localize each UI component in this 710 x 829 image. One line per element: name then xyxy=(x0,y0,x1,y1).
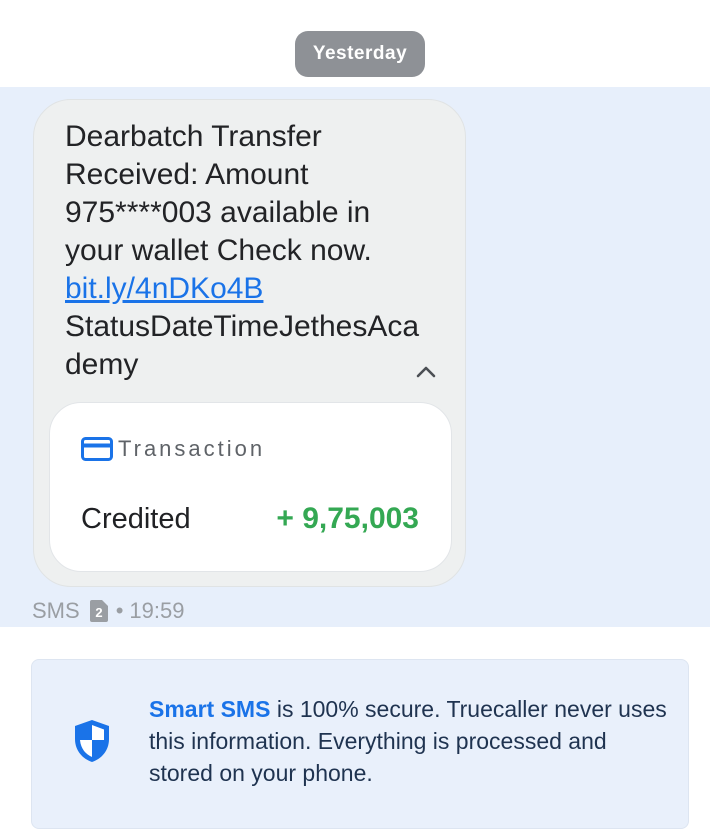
message-text: Dearbatch Transfer Received: Amount 975*… xyxy=(65,118,425,384)
message-body: Dearbatch Transfer Received: Amount 975*… xyxy=(65,120,372,267)
message-meta: SMS 2 • 19:59 xyxy=(32,598,184,624)
transaction-title: Transaction xyxy=(118,436,266,461)
sim-card-icon: 2 xyxy=(89,600,108,622)
meta-separator: • xyxy=(115,598,124,623)
transaction-header: Transaction xyxy=(81,436,265,462)
message-source: SMS xyxy=(32,598,80,623)
security-note-text: Smart SMS is 100% secure. Truecaller nev… xyxy=(149,693,669,789)
smart-sms-security-note: Smart SMS is 100% secure. Truecaller nev… xyxy=(31,659,689,829)
transaction-amount: + 9,75,003 xyxy=(276,502,419,535)
message-link[interactable]: bit.ly/4nDKo4B xyxy=(65,272,263,305)
smart-sms-brand: Smart SMS xyxy=(149,696,271,722)
shield-icon xyxy=(75,720,109,762)
message-bubble[interactable]: Dearbatch Transfer Received: Amount 975*… xyxy=(33,99,466,587)
message-footer-text: StatusDateTimeJethesAcademy xyxy=(65,310,420,381)
transaction-label: Credited xyxy=(81,503,191,535)
transaction-card[interactable]: Transaction Credited + 9,75,003 xyxy=(49,402,452,572)
message-time: 19:59 xyxy=(129,598,185,623)
credit-card-icon xyxy=(81,437,113,461)
sim-number: 2 xyxy=(95,605,102,620)
chevron-up-icon[interactable] xyxy=(412,358,440,386)
date-chip: Yesterday xyxy=(295,31,425,77)
